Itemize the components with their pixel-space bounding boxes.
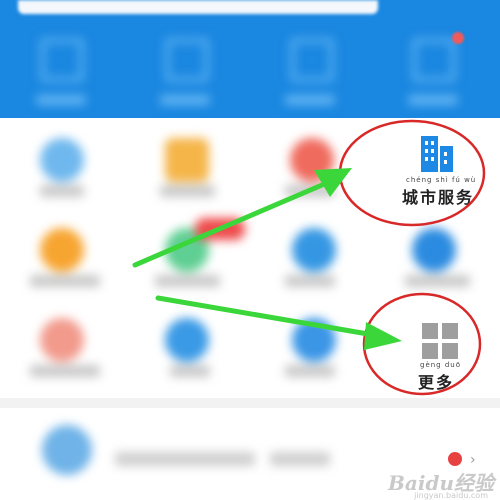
green-arrow-1-shaft	[132, 182, 325, 268]
green-arrow-2-shaft	[155, 295, 371, 337]
red-circle-city-services	[338, 119, 486, 227]
green-arrow-2-head	[364, 322, 402, 350]
annotation-overlay	[132, 119, 486, 396]
baidu-watermark-url: jingyan.baidu.com	[414, 491, 488, 500]
